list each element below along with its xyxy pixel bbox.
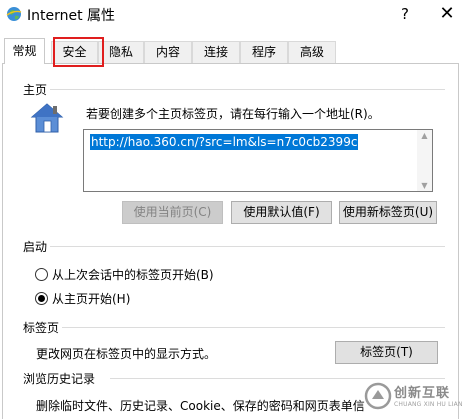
section-divider: [50, 246, 445, 247]
watermark-subtitle: CHUANG XIN HU LIAN: [394, 401, 463, 408]
tab-content[interactable]: 内容: [144, 41, 192, 63]
home-page-section-label: 主页: [23, 83, 48, 97]
security-tab-highlight-box: [53, 37, 104, 67]
use-default-button[interactable]: 使用默认值(F): [231, 201, 332, 224]
browsing-history-section-label: 浏览历史记录: [23, 372, 96, 386]
radio-selected-dot: [38, 295, 45, 302]
tab-privacy[interactable]: 隐私: [98, 41, 144, 63]
section-divider: [62, 327, 445, 328]
home-page-url-textarea[interactable]: http://hao.360.cn/?src=lm&ls=n7c0cb2399c…: [83, 129, 433, 192]
section-divider: [50, 89, 445, 90]
tab-general[interactable]: 常规: [4, 38, 45, 64]
use-current-button[interactable]: 使用当前页(C): [122, 201, 223, 224]
tab-label: 常规: [12, 44, 37, 58]
home-page-hint: 若要创建多个主页标签页，请在每行输入一个地址(R)。: [86, 107, 380, 121]
tabs-section-label: 标签页: [23, 321, 60, 335]
tab-label: 程序: [251, 45, 276, 59]
use-new-tab-button[interactable]: 使用新标签页(U): [339, 201, 437, 224]
startup-home-page-label[interactable]: 从主页开始(H): [52, 290, 130, 307]
section-divider: [110, 378, 445, 379]
scroll-up-arrow-icon[interactable]: ▲: [419, 131, 430, 140]
tab-label: 连接: [203, 45, 228, 59]
tab-connections[interactable]: 连接: [192, 41, 240, 63]
tab-label: 隐私: [108, 45, 133, 59]
internet-options-globe-icon: [6, 7, 22, 21]
tab-advanced[interactable]: 高级: [288, 41, 336, 63]
watermark: 创新互联 CHUANG XIN HU LIAN: [362, 380, 462, 416]
tab-label: 高级: [299, 45, 324, 59]
startup-last-session-radio[interactable]: [35, 268, 48, 281]
tabs-settings-button[interactable]: 标签页(T): [335, 341, 438, 364]
tab-label: 内容: [155, 45, 180, 59]
startup-section-label: 启动: [23, 240, 48, 254]
help-button[interactable]: ?: [396, 3, 414, 25]
watermark-brand: 创新互联: [394, 386, 451, 401]
scroll-down-arrow-icon[interactable]: ▼: [419, 181, 430, 190]
window-title: Internet 属性: [27, 8, 116, 24]
url-scrollbar[interactable]: ▲ ▼: [417, 130, 432, 191]
startup-last-session-label[interactable]: 从上次会话中的标签页开始(B): [52, 266, 214, 283]
tabs-section-description: 更改网页在标签页中的显示方式。: [36, 347, 217, 361]
home-icon: [30, 103, 64, 133]
browsing-history-description: 删除临时文件、历史记录、Cookie、保存的密码和网页表单信: [36, 399, 365, 413]
title-bar: Internet 属性 ? ✕: [0, 0, 464, 30]
home-page-url-selected-text[interactable]: http://hao.360.cn/?src=lm&ls=n7c0cb2399c: [90, 134, 359, 150]
startup-home-page-radio[interactable]: [35, 292, 48, 305]
watermark-logo-icon: [364, 382, 392, 410]
close-button[interactable]: ✕: [436, 3, 458, 25]
tab-programs[interactable]: 程序: [240, 41, 288, 63]
